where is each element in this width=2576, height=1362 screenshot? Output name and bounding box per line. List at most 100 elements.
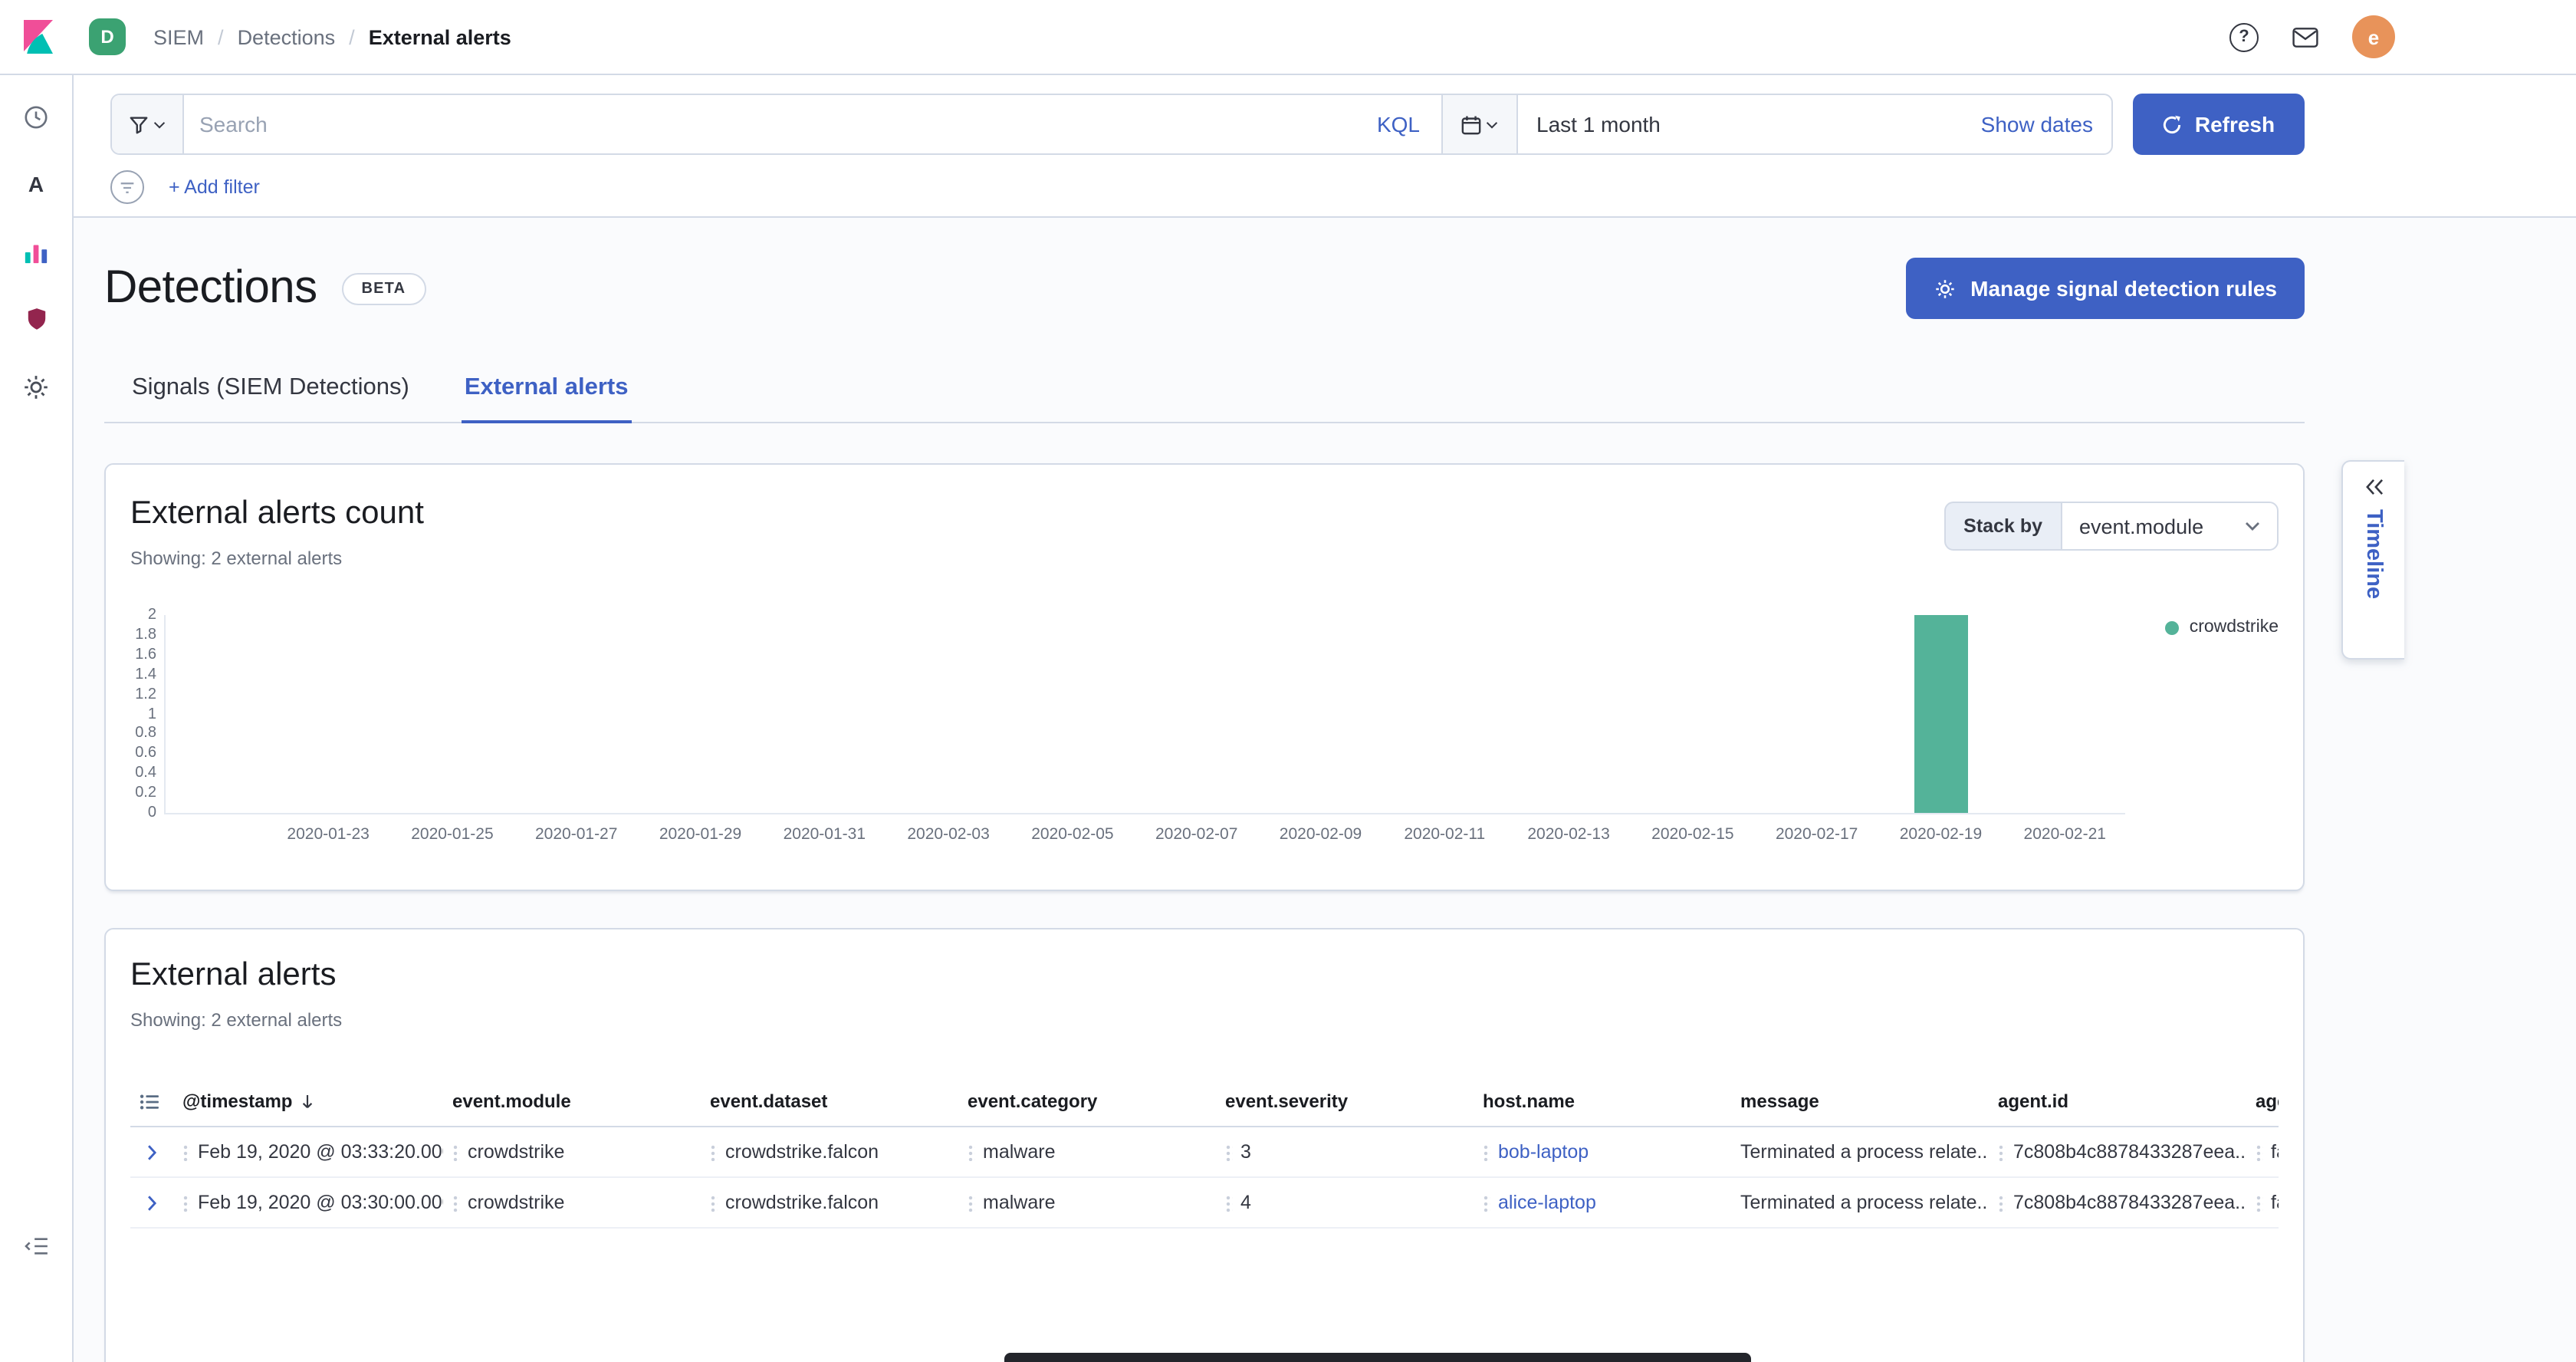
drag-handle[interactable] <box>452 1194 460 1211</box>
breadcrumb-siem[interactable]: SIEM <box>153 25 204 48</box>
drag-handle[interactable] <box>968 1194 975 1211</box>
drag-handle[interactable] <box>968 1143 975 1160</box>
x-tick-label: 2020-01-23 <box>287 825 369 844</box>
add-filter-button[interactable]: + Add filter <box>169 176 260 198</box>
breadcrumb: SIEM / Detections / External alerts <box>153 25 511 48</box>
stack-by-label: Stack by <box>1944 502 2061 551</box>
y-tick-label: 0.6 <box>135 745 156 762</box>
time-range-value[interactable]: Last 1 month <box>1518 95 1679 153</box>
stack-by-select[interactable]: event.module <box>2061 502 2279 551</box>
kql-syntax-button[interactable]: KQL <box>1355 95 1441 153</box>
calendar-menu-button[interactable] <box>1443 95 1518 153</box>
cell-message: Terminated a process relate... <box>1731 1127 1989 1178</box>
cell-host-name: alice-laptop <box>1474 1178 1731 1229</box>
cell-agent-id: 7c808b4c8878433287eea... <box>1989 1178 2246 1229</box>
timeline-flyout-tab[interactable]: Timeline <box>2341 460 2404 660</box>
drag-handle[interactable] <box>452 1143 460 1160</box>
sort-desc-icon <box>300 1093 314 1110</box>
show-dates-button[interactable]: Show dates <box>1963 95 2111 153</box>
search-control: KQL <box>110 94 1441 155</box>
app-body: A <box>0 75 2576 1362</box>
drag-handle[interactable] <box>1225 1194 1233 1211</box>
siem-app-icon[interactable] <box>10 293 62 345</box>
cell-event-severity: 4 <box>1216 1178 1474 1229</box>
table-row-expand <box>130 1178 173 1229</box>
expand-timeline-icon[interactable] <box>2364 479 2384 495</box>
collapse-nav-icon[interactable] <box>10 1219 62 1272</box>
x-tick-label: 2020-02-13 <box>1527 825 1609 844</box>
cell-agent-name: fa <box>2246 1178 2279 1229</box>
drag-handle[interactable] <box>2256 1143 2263 1160</box>
manage-signal-detection-rules-button[interactable]: Manage signal detection rules <box>1906 258 2305 319</box>
drag-handle[interactable] <box>1483 1194 1490 1211</box>
user-avatar[interactable]: e <box>2352 15 2395 58</box>
drag-handle[interactable] <box>1225 1143 1233 1160</box>
column-header-event-dataset[interactable]: event.dataset <box>701 1077 958 1127</box>
drag-handle[interactable] <box>1998 1143 2006 1160</box>
column-header-event-severity[interactable]: event.severity <box>1216 1077 1474 1127</box>
query-row: KQL Last 1 month Show dates Refresh <box>110 94 2305 155</box>
expand-row-icon[interactable] <box>140 1140 164 1164</box>
drag-handle[interactable] <box>710 1143 718 1160</box>
filter-row: + Add filter <box>110 169 2305 206</box>
column-header-event-module[interactable]: event.module <box>443 1077 701 1127</box>
breadcrumb-detections[interactable]: Detections <box>238 25 336 48</box>
breadcrumb-current: External alerts <box>369 25 511 48</box>
drag-handle[interactable] <box>710 1194 718 1211</box>
host-link[interactable]: alice-laptop <box>1498 1192 1596 1213</box>
cell-timestamp: Feb 19, 2020 @ 03:30:00.000 <box>173 1178 443 1229</box>
x-tick-label: 2020-02-07 <box>1155 825 1237 844</box>
page-header: Detections BETA Manage signal detection … <box>104 258 2305 319</box>
analytics-app-icon[interactable] <box>10 225 62 278</box>
column-header-agent-id[interactable]: agent.id <box>1989 1077 2246 1127</box>
column-header-event-category[interactable]: event.category <box>958 1077 1216 1127</box>
external-alerts-count-panel: External alerts count Showing: 2 externa… <box>104 463 2305 891</box>
y-tick-label: 1.6 <box>135 646 156 663</box>
column-header-agent-name[interactable]: age <box>2246 1077 2279 1127</box>
host-link[interactable]: bob-laptop <box>1498 1141 1589 1163</box>
count-panel-header: External alerts count Showing: 2 externa… <box>130 495 2279 569</box>
management-gear-icon[interactable] <box>10 360 62 413</box>
column-header-message[interactable]: message <box>1731 1077 1989 1127</box>
expand-row-icon[interactable] <box>140 1190 164 1215</box>
recently-viewed-icon[interactable] <box>10 90 62 143</box>
cell-agent-name: fa <box>2246 1127 2279 1178</box>
space-avatar[interactable]: D <box>89 18 126 55</box>
column-header-timestamp[interactable]: @timestamp <box>173 1077 443 1127</box>
refresh-button[interactable]: Refresh <box>2133 94 2305 155</box>
manage-rules-label: Manage signal detection rules <box>1970 276 2277 301</box>
y-tick-label: 1.8 <box>135 627 156 643</box>
newsfeed-icon[interactable] <box>2292 27 2318 47</box>
cell-message: Terminated a process relate... <box>1731 1178 1989 1229</box>
legend-item[interactable]: crowdstrike <box>2165 618 2279 637</box>
drag-handle[interactable] <box>182 1194 190 1211</box>
cell-event-dataset: crowdstrike.falcon <box>701 1127 958 1178</box>
drag-handle[interactable] <box>182 1143 190 1160</box>
events-table: @timestamp event.module event.dataset ev… <box>130 1077 2279 1229</box>
tabs: Signals (SIEM Detections) External alert… <box>104 356 2305 423</box>
x-tick-label: 2020-02-05 <box>1031 825 1113 844</box>
filter-options-icon[interactable] <box>110 170 144 204</box>
tab-signals[interactable]: Signals (SIEM Detections) <box>129 356 412 422</box>
cell-event-dataset: crowdstrike.falcon <box>701 1178 958 1229</box>
chart-bar <box>1914 615 1967 813</box>
tab-external-alerts[interactable]: External alerts <box>462 356 632 423</box>
sidebar-item-a[interactable]: A <box>10 158 62 210</box>
help-icon[interactable]: ? <box>2229 22 2259 51</box>
saved-query-menu-button[interactable] <box>112 95 184 153</box>
drag-handle[interactable] <box>1998 1194 2006 1211</box>
viewport: D SIEM / Detections / External alerts ? … <box>0 0 2576 1362</box>
drag-handle[interactable] <box>1483 1143 1490 1160</box>
x-tick-label: 2020-02-11 <box>1404 825 1485 844</box>
kibana-logo-icon[interactable] <box>18 17 58 57</box>
search-input[interactable] <box>184 95 1355 153</box>
drag-handle[interactable] <box>2256 1194 2263 1211</box>
beta-badge: BETA <box>342 272 426 304</box>
column-header-host-name[interactable]: host.name <box>1474 1077 1731 1127</box>
y-tick-label: 1 <box>148 706 156 722</box>
column-settings-icon[interactable] <box>130 1077 173 1127</box>
refresh-label: Refresh <box>2195 112 2275 137</box>
page-title: Detections <box>104 262 317 314</box>
chevron-down-icon <box>2245 521 2260 531</box>
timeline-label[interactable]: Timeline <box>2361 509 2386 599</box>
